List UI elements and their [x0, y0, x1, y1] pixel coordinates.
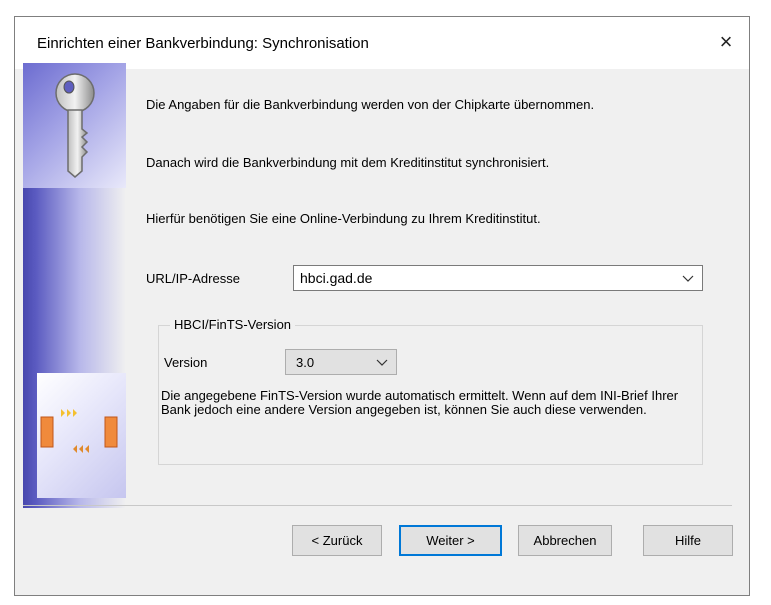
sidebar-transfer-panel: [37, 373, 126, 498]
key-icon: [55, 73, 95, 178]
close-button[interactable]: ×: [709, 25, 743, 59]
url-combobox[interactable]: hbci.gad.de: [293, 265, 703, 291]
version-dropdown[interactable]: 3.0: [285, 349, 397, 375]
next-button[interactable]: Weiter >: [399, 525, 502, 556]
sidebar-key-panel: [23, 63, 126, 188]
close-icon: ×: [719, 29, 733, 54]
url-value: hbci.gad.de: [300, 270, 373, 286]
data-transfer-icon: [40, 409, 118, 453]
version-info-text: Die angegebene FinTS-Version wurde autom…: [161, 388, 679, 417]
url-label: URL/IP-Adresse: [146, 271, 240, 286]
version-value: 3.0: [296, 355, 315, 370]
chevron-down-icon: [682, 275, 694, 282]
button-divider: [23, 505, 732, 506]
wizard-sidebar: [23, 63, 126, 508]
title-bar: Einrichten einer Bankverbindung: Synchro…: [15, 17, 749, 69]
window-title: Einrichten einer Bankverbindung: Synchro…: [37, 35, 369, 52]
help-button[interactable]: Hilfe: [643, 525, 733, 556]
info-line-online: Hierfür benötigen Sie eine Online-Verbin…: [146, 211, 541, 226]
info-line-card: Die Angaben für die Bankverbindung werde…: [146, 97, 595, 112]
info-line-sync: Danach wird die Bankverbindung mit dem K…: [146, 155, 550, 170]
chevron-down-icon: [376, 359, 388, 366]
back-button[interactable]: < Zurück: [292, 525, 382, 556]
hbci-group-title: HBCI/FinTS-Version: [170, 317, 296, 332]
version-label: Version: [164, 355, 208, 370]
cancel-button[interactable]: Abbrechen: [518, 525, 612, 556]
